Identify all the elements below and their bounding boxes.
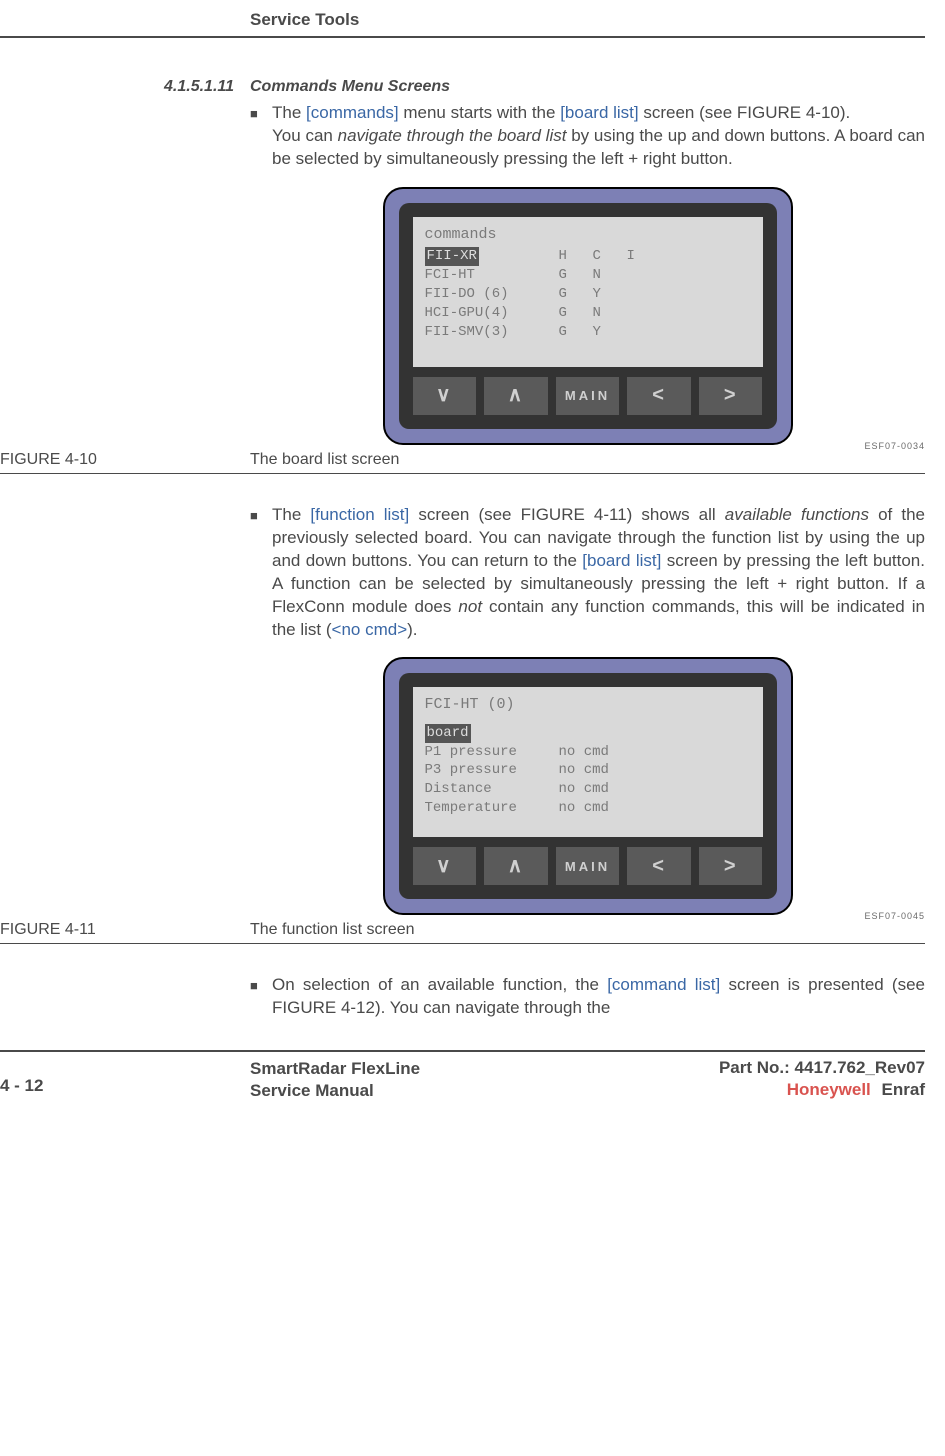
button-left[interactable]: < (627, 377, 691, 415)
footer-right: Part No.: 4417.762_Rev07 Honeywell Enraf (719, 1058, 925, 1100)
button-right[interactable]: > (699, 377, 763, 415)
figure-4-11-code: ESF07-0045 (864, 911, 925, 921)
ref-function-list: [function list] (310, 505, 409, 524)
section-title: Commands Menu Screens (250, 78, 450, 96)
figure-4-11-label: FIGURE 4-11 (0, 921, 250, 939)
ref-commands: [commands] (306, 103, 399, 122)
header-rule (0, 36, 925, 38)
header-section: Service Tools (250, 0, 925, 36)
button-down[interactable]: ∨ (413, 847, 477, 885)
part-number: Part No.: 4417.762_Rev07 (719, 1058, 925, 1077)
brand-enraf: Enraf (882, 1080, 925, 1099)
figure-4-10-caption: The board list screen (250, 451, 399, 469)
bullet-marker: ■ (250, 504, 272, 642)
device-function-list: FCI-HT (0) board P1 pressureno cmd P3 pr… (383, 657, 793, 915)
ref-board-list: [board list] (560, 103, 638, 122)
lcd-board-list: commands FII-XRHCI FCI-HTGN FII-DO (6)GY… (413, 217, 763, 367)
ref-board-list-2: [board list] (582, 551, 661, 570)
button-down[interactable]: ∨ (413, 377, 477, 415)
device-board-list: commands FII-XRHCI FCI-HTGN FII-DO (6)GY… (383, 187, 793, 445)
brand-honeywell: Honeywell (787, 1080, 871, 1099)
button-left[interactable]: < (627, 847, 691, 885)
section-number: 4.1.5.1.11 (0, 78, 250, 96)
footer-product: SmartRadar FlexLine Service Manual (250, 1058, 719, 1102)
figure-4-10-label: FIGURE 4-10 (0, 451, 250, 469)
button-up[interactable]: ∧ (484, 377, 548, 415)
ref-command-list: [command list] (607, 975, 720, 994)
page-number: 4 - 12 (0, 1058, 250, 1096)
ref-no-cmd: <no cmd> (332, 620, 408, 639)
bullet-3-text: On selection of an available function, t… (272, 974, 925, 1020)
button-right[interactable]: > (699, 847, 763, 885)
button-main[interactable]: MAIN (556, 377, 620, 415)
lcd-function-list: FCI-HT (0) board P1 pressureno cmd P3 pr… (413, 687, 763, 837)
bullet-2-text: The [function list] screen (see FIGURE 4… (272, 504, 925, 642)
button-main[interactable]: MAIN (556, 847, 620, 885)
bullet-1-text: The [commands] menu starts with the [boa… (272, 102, 925, 171)
figure-4-10-code: ESF07-0034 (864, 441, 925, 451)
bullet-marker: ■ (250, 974, 272, 1020)
figure-4-11-caption: The function list screen (250, 921, 415, 939)
bullet-marker: ■ (250, 102, 272, 171)
button-up[interactable]: ∧ (484, 847, 548, 885)
